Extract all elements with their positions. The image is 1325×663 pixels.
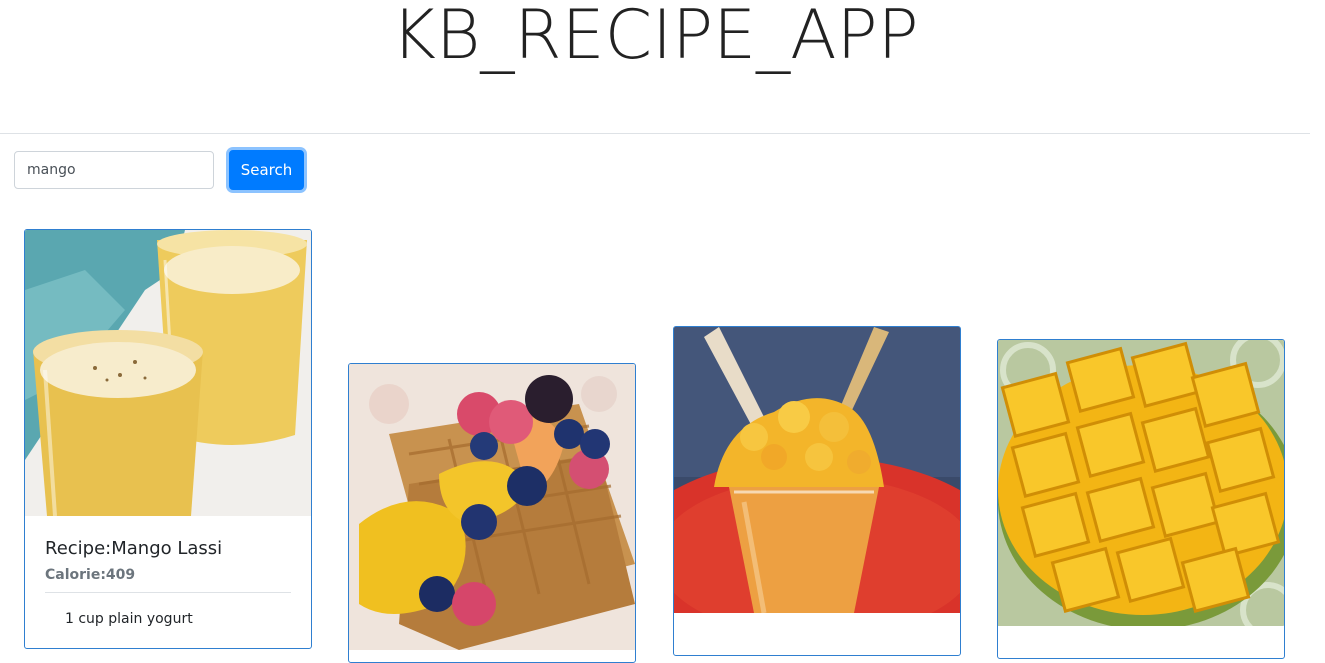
recipe-image-mango-lassi [25, 230, 311, 516]
recipe-image-granita [674, 327, 960, 613]
recipe-card-3 [673, 326, 961, 656]
recipe-card-2 [348, 363, 636, 663]
card-divider [45, 592, 291, 593]
search-input[interactable] [14, 151, 214, 189]
search-button[interactable]: Search [229, 150, 304, 190]
recipe-card-1: Recipe:Mango Lassi Calorie:409 1 cup pla… [24, 229, 312, 649]
recipe-image-diced-mango [998, 340, 1284, 626]
recipe-image-waffles [349, 364, 635, 650]
app-title: KB_RECIPE_APP [391, 0, 919, 75]
ingredient-list: 1 cup plain yogurt [45, 609, 291, 629]
ingredient-item: 1 cup plain yogurt [65, 611, 193, 627]
header-divider [0, 133, 1310, 134]
recipe-card-4 [997, 339, 1285, 659]
recipe-title: Recipe:Mango Lassi [45, 538, 223, 559]
recipe-calorie: Calorie:409 [45, 567, 136, 583]
